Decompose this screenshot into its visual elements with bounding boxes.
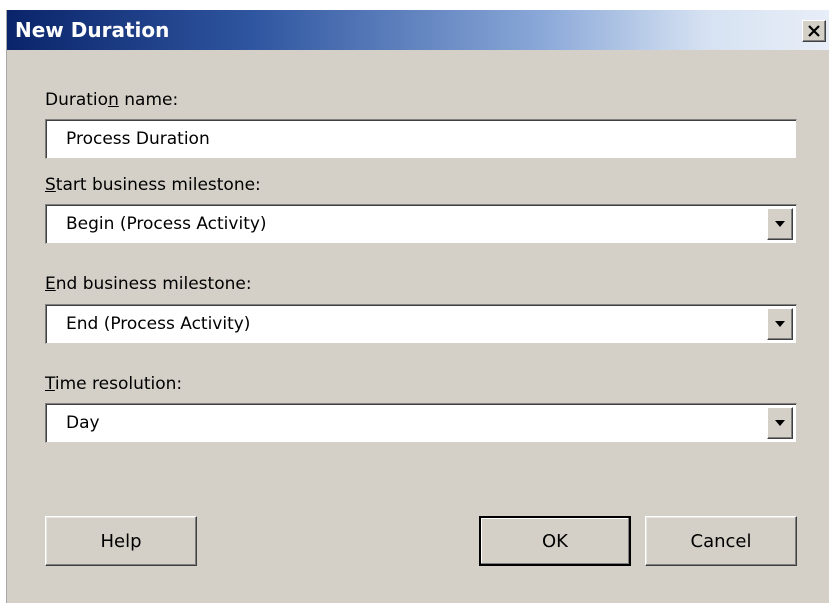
start-milestone-label: Start business milestone: [45, 175, 261, 195]
title-bar[interactable]: New Duration [7, 10, 829, 50]
time-resolution-label: Time resolution: [45, 374, 183, 394]
duration-name-label: Duration name: [45, 90, 179, 110]
duration-name-field[interactable]: Process Duration [45, 119, 797, 159]
end-milestone-value: End (Process Activity) [66, 314, 251, 334]
close-button[interactable] [802, 20, 826, 42]
time-resolution-select[interactable]: Day [45, 403, 797, 443]
mnemonic-underline: E [45, 274, 56, 294]
mnemonic-underline: n [108, 90, 119, 110]
start-milestone-dropdown-button[interactable] [767, 208, 793, 240]
time-resolution-value: Day [66, 413, 100, 433]
duration-name-value: Process Duration [66, 129, 210, 149]
cancel-button[interactable]: Cancel [645, 516, 797, 566]
time-resolution-dropdown-button[interactable] [767, 407, 793, 439]
chevron-down-icon [775, 420, 785, 426]
close-icon [808, 25, 820, 37]
new-duration-dialog: New Duration Duration name: Process Dura… [6, 10, 829, 603]
mnemonic-underline: S [45, 175, 56, 195]
end-milestone-label: End business milestone: [45, 274, 252, 294]
end-milestone-select[interactable]: End (Process Activity) [45, 304, 797, 344]
chevron-down-icon [775, 321, 785, 327]
start-milestone-value: Begin (Process Activity) [66, 214, 267, 234]
end-milestone-dropdown-button[interactable] [767, 308, 793, 340]
dialog-title: New Duration [15, 18, 170, 42]
mnemonic-underline: T [45, 374, 55, 394]
ok-button[interactable]: OK [479, 516, 631, 566]
help-button[interactable]: Help [45, 516, 197, 566]
start-milestone-select[interactable]: Begin (Process Activity) [45, 204, 797, 244]
chevron-down-icon [775, 221, 785, 227]
